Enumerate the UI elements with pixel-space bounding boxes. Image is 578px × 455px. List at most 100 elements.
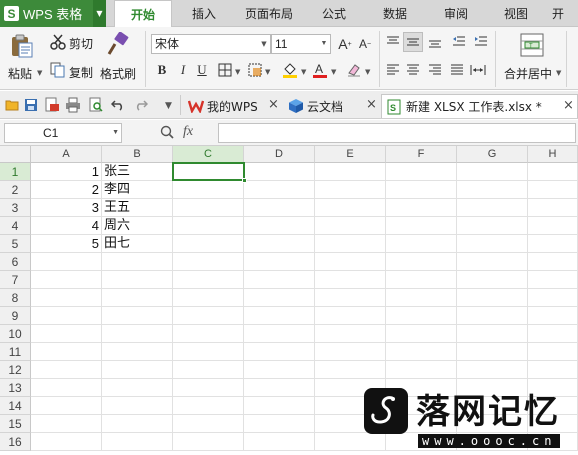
cell-a4[interactable]: 4 [31,217,102,235]
scissors-icon[interactable] [50,34,66,50]
copy-button[interactable]: 复制 [69,64,93,81]
cell-a12[interactable] [31,361,102,379]
app-menu-button[interactable]: S WPS 表格 ▼ [0,0,106,27]
row-header-16[interactable]: 16 [0,433,31,451]
cell-b6[interactable] [102,253,173,271]
cell-a2[interactable]: 2 [31,181,102,199]
cell-h2[interactable] [528,181,578,199]
distributed-align-icon[interactable] [470,64,486,76]
open-folder-icon[interactable] [5,98,19,111]
cut-button[interactable]: 剪切 [69,35,93,52]
copy-icon[interactable] [50,62,66,78]
tab-data[interactable]: 数据 [368,0,422,27]
justify-icon[interactable] [450,64,464,76]
cell-b13[interactable] [102,379,173,397]
cell-a15[interactable] [31,415,102,433]
row-header-12[interactable]: 12 [0,361,31,379]
cell-g2[interactable] [457,181,528,199]
italic-button[interactable]: I [174,61,192,79]
tab-workbook[interactable]: S 新建 XLSX 工作表.xlsx * × [381,94,578,118]
cell-a3[interactable]: 3 [31,199,102,217]
cell-a6[interactable] [31,253,102,271]
chevron-down-icon[interactable]: ▼ [318,35,330,53]
cell-b11[interactable] [102,343,173,361]
cell-h8[interactable] [528,289,578,307]
cell-b15[interactable] [102,415,173,433]
fill-color-icon[interactable] [282,61,298,79]
zoom-magnifier-icon[interactable] [160,125,174,139]
export-pdf-icon[interactable] [44,97,60,113]
cell-b1[interactable]: 张三 [102,163,173,181]
cell-a9[interactable] [31,307,102,325]
cell-c2[interactable] [173,181,244,199]
cell-h11[interactable] [528,343,578,361]
underline-button[interactable]: U [193,61,211,79]
close-icon[interactable]: × [366,97,377,112]
column-header-h[interactable]: H [528,146,578,163]
cell-b16[interactable] [102,433,173,451]
cell-c4[interactable] [173,217,244,235]
cell-g3[interactable] [457,199,528,217]
chevron-down-icon[interactable]: ▼ [301,68,306,76]
tab-view[interactable]: 视图 [490,0,542,27]
align-top-icon[interactable] [386,36,400,48]
cell-c12[interactable] [173,361,244,379]
increase-indent-icon[interactable] [474,36,488,48]
cell-h4[interactable] [528,217,578,235]
cell-a10[interactable] [31,325,102,343]
cell-a5[interactable]: 5 [31,235,102,253]
paste-button[interactable]: 粘贴 [8,65,32,82]
cell-f3[interactable] [386,199,457,217]
cell-d9[interactable] [244,307,315,325]
cell-d5[interactable] [244,235,315,253]
cell-e1[interactable] [315,163,386,181]
cell-d2[interactable] [244,181,315,199]
cell-f7[interactable] [386,271,457,289]
formula-input[interactable] [218,123,576,143]
cell-d1[interactable] [244,163,315,181]
cell-h3[interactable] [528,199,578,217]
cell-e11[interactable] [315,343,386,361]
merge-center-button[interactable]: 合并居中 [504,65,552,82]
cell-c13[interactable] [173,379,244,397]
tab-my-wps[interactable]: 我的WPS × [184,94,280,118]
increase-font-size-icon[interactable]: A + [336,35,354,53]
cell-d15[interactable] [244,415,315,433]
paste-dropdown-icon[interactable]: ▼ [37,69,42,77]
clear-format-icon[interactable] [346,62,362,78]
cell-f9[interactable] [386,307,457,325]
cell-a13[interactable] [31,379,102,397]
font-color-icon[interactable]: A [312,61,328,79]
row-header-2[interactable]: 2 [0,181,31,199]
redo-icon[interactable] [134,99,148,111]
cell-g11[interactable] [457,343,528,361]
cell-b9[interactable] [102,307,173,325]
cell-e3[interactable] [315,199,386,217]
tab-cloud-docs[interactable]: 云文档 × [284,94,380,118]
cell-g9[interactable] [457,307,528,325]
font-size-select[interactable]: 11 ▼ [271,34,331,54]
cell-c14[interactable] [173,397,244,415]
row-header-5[interactable]: 5 [0,235,31,253]
row-header-7[interactable]: 7 [0,271,31,289]
cell-c10[interactable] [173,325,244,343]
column-header-d[interactable]: D [244,146,315,163]
cell-a16[interactable] [31,433,102,451]
undo-icon[interactable] [111,99,125,111]
close-icon[interactable]: × [563,98,574,113]
cell-g4[interactable] [457,217,528,235]
cell-b4[interactable]: 周六 [102,217,173,235]
cell-a7[interactable] [31,271,102,289]
tab-insert[interactable]: 插入 [178,0,230,27]
chevron-down-icon[interactable]: ▼ [265,68,270,76]
cell-a11[interactable] [31,343,102,361]
cell-e6[interactable] [315,253,386,271]
cell-c1[interactable] [173,163,244,181]
tab-developer[interactable]: 开 [552,0,578,27]
cell-e5[interactable] [315,235,386,253]
merge-cells-icon[interactable] [248,63,262,77]
cell-e10[interactable] [315,325,386,343]
cell-f8[interactable] [386,289,457,307]
align-bottom-icon[interactable] [428,36,442,48]
cell-g8[interactable] [457,289,528,307]
